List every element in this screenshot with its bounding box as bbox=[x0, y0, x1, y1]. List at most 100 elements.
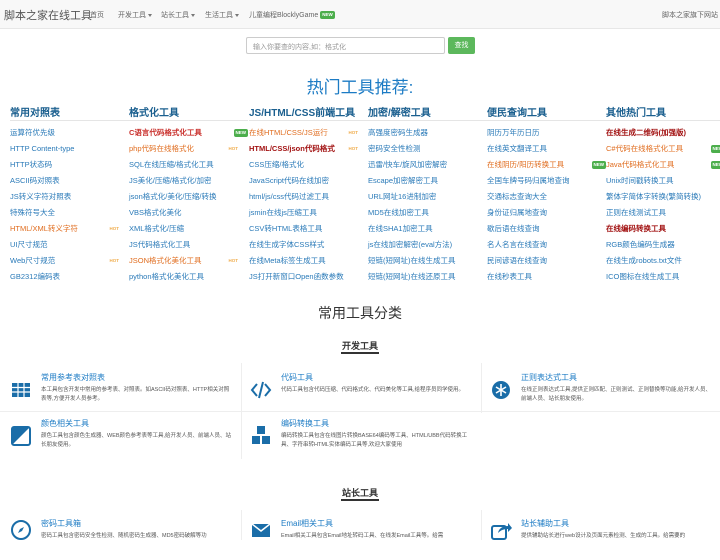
tool-link[interactable]: HTTP Content-type bbox=[10, 141, 129, 157]
card-title[interactable]: Email相关工具 bbox=[281, 518, 333, 529]
nav-blockly-game[interactable]: 儿童编程BlocklyGameNEW bbox=[249, 10, 335, 20]
tool-link[interactable]: 在线编码转换工具 bbox=[606, 221, 720, 237]
tool-link-label: JS打开新窗口Open函数参数 bbox=[249, 272, 344, 281]
tool-link[interactable]: html/js/css代码过滤工具 bbox=[249, 189, 368, 205]
tool-link[interactable]: 全国车牌号码归属地查询 bbox=[487, 173, 606, 189]
tool-link[interactable]: URL网址16进制加密 bbox=[368, 189, 487, 205]
nav-life-tools[interactable]: 生活工具 bbox=[205, 10, 239, 20]
tool-link-label: 歇后语在线查询 bbox=[487, 224, 540, 233]
card-title[interactable]: 代码工具 bbox=[281, 372, 313, 383]
tool-link[interactable]: 阴历万年历日历 bbox=[487, 125, 606, 141]
tool-link-label: js在线加密解密(eval方法) bbox=[368, 240, 452, 249]
tool-link[interactable]: 在线HTML/CSS/JS运行HOT bbox=[249, 125, 368, 141]
column-divider bbox=[487, 120, 606, 121]
tool-link-label: 在线HTML/CSS/JS运行 bbox=[249, 128, 328, 137]
card-color-tools[interactable]: 颜色相关工具 颜色工具包含颜色生成器、WEB颜色参考表等工具,给开发人员、前端人… bbox=[3, 414, 238, 460]
tool-link[interactable]: JavaScript代码在线加密 bbox=[249, 173, 368, 189]
tool-link[interactable]: 在线Meta标签生成工具 bbox=[249, 253, 368, 269]
tool-link[interactable]: 在线生成字体CSS样式 bbox=[249, 237, 368, 253]
tool-link[interactable]: Java代码格式化工具NEW bbox=[606, 157, 720, 173]
tool-link-label: MD5在线加密工具 bbox=[368, 208, 429, 217]
tool-link[interactable]: GB2312编码表 bbox=[10, 269, 129, 285]
tool-link[interactable]: 繁体字简体字转换(繁简转换) bbox=[606, 189, 720, 205]
tool-link[interactable]: JS打开新窗口Open函数参数 bbox=[249, 269, 368, 285]
tool-link[interactable]: C语言代码格式化工具NEW bbox=[129, 125, 248, 141]
card-reference-tables[interactable]: 常用参考表对照表 本工具包含开发中常用的参考表、对照表。如ASCII码对照表、H… bbox=[3, 368, 238, 414]
nav-home[interactable]: 首页 bbox=[90, 10, 104, 20]
tool-link[interactable]: 歇后语在线查询 bbox=[487, 221, 606, 237]
card-webmaster-helper[interactable]: 站长辅助工具 提供辅助站长进行web设计及页面元素检测、生成的工具。给需要的 bbox=[483, 514, 718, 560]
tool-link[interactable]: python格式化美化工具 bbox=[129, 269, 248, 285]
tool-link[interactable]: 在线秒表工具 bbox=[487, 269, 606, 285]
tool-link-label: json格式化/美化/压缩/转换 bbox=[129, 192, 217, 201]
card-code-tools[interactable]: 代码工具 代码工具包含代码压缩、代码格式化、代码美化等工具,给程序员同学使用。 bbox=[243, 368, 478, 414]
palette-icon bbox=[9, 424, 33, 448]
search-input[interactable]: 输入你要查的内容,如：格式化 bbox=[246, 37, 445, 54]
tool-link[interactable]: 短链(短网址)在线生成工具 bbox=[368, 253, 487, 269]
tool-link[interactable]: CSS压缩/格式化 bbox=[249, 157, 368, 173]
card-title[interactable]: 编码转换工具 bbox=[281, 418, 329, 429]
tool-link[interactable]: php代码在线格式化HOT bbox=[129, 141, 248, 157]
tool-link[interactable]: ASCII码对照表 bbox=[10, 173, 129, 189]
tool-link-label: 短链(短网址)在线生成工具 bbox=[368, 256, 456, 265]
tool-link-label: Unix时间戳转换工具 bbox=[606, 176, 674, 185]
tool-link[interactable]: 在线生成robots.txt文件 bbox=[606, 253, 720, 269]
tool-link[interactable]: json格式化/美化/压缩/转换 bbox=[129, 189, 248, 205]
tool-link[interactable]: VBS格式化美化 bbox=[129, 205, 248, 221]
nav-home-label: 首页 bbox=[90, 12, 104, 19]
tool-link[interactable]: 高强度密码生成器 bbox=[368, 125, 487, 141]
tool-link[interactable]: jsmin在线js压缩工具 bbox=[249, 205, 368, 221]
card-title[interactable]: 密码工具箱 bbox=[41, 518, 81, 529]
tool-link[interactable]: HTML/XML转义字符HOT bbox=[10, 221, 129, 237]
tool-link[interactable]: 身份证归属地查询 bbox=[487, 205, 606, 221]
tool-link[interactable]: js在线加密解密(eval方法) bbox=[368, 237, 487, 253]
tool-link[interactable]: HTTP状态码 bbox=[10, 157, 129, 173]
nav-webmaster-tools[interactable]: 站长工具 bbox=[161, 10, 195, 20]
tool-link[interactable]: 短链(短网址)在线还原工具 bbox=[368, 269, 487, 285]
tool-link[interactable]: RGB颜色编码生成器 bbox=[606, 237, 720, 253]
caret-down-icon bbox=[148, 14, 152, 17]
tool-column: 其他热门工具在线生成二维码(加强版)C#代码在线格式化工具NEWJava代码格式… bbox=[606, 104, 720, 285]
tool-link[interactable]: 在线SHA1加密工具 bbox=[368, 221, 487, 237]
tool-link[interactable]: 民间谚语在线查询 bbox=[487, 253, 606, 269]
tool-link[interactable]: Web尺寸规范HOT bbox=[10, 253, 129, 269]
tool-link[interactable]: 运算符优先级 bbox=[10, 125, 129, 141]
search-button[interactable]: 查找 bbox=[448, 37, 475, 54]
tool-link[interactable]: 密码安全性检测 bbox=[368, 141, 487, 157]
tool-link[interactable]: 正则在线测试工具 bbox=[606, 205, 720, 221]
tool-link[interactable]: ICO图标在线生成工具 bbox=[606, 269, 720, 285]
tool-link[interactable]: 在线生成二维码(加强版) bbox=[606, 125, 720, 141]
tool-link[interactable]: Escape加密解密工具 bbox=[368, 173, 487, 189]
tool-link[interactable]: 在线英文翻译工具 bbox=[487, 141, 606, 157]
card-password-tools[interactable]: 密码工具箱 密码工具包含密码安全性检测、随机密码生成器、MD5密码破解等功 bbox=[3, 514, 238, 560]
card-title[interactable]: 颜色相关工具 bbox=[41, 418, 89, 429]
tool-link[interactable]: MD5在线加密工具 bbox=[368, 205, 487, 221]
tool-link-label: 特殊符号大全 bbox=[10, 208, 55, 217]
nav-sister-sites[interactable]: 脚本之家旗下网站 bbox=[662, 10, 718, 20]
tool-link[interactable]: C#代码在线格式化工具NEW bbox=[606, 141, 720, 157]
tool-link[interactable]: 交通标志查询大全 bbox=[487, 189, 606, 205]
tool-link[interactable]: XML格式化/压缩 bbox=[129, 221, 248, 237]
tool-link[interactable]: JS代码格式化工具 bbox=[129, 237, 248, 253]
tool-link[interactable]: UI尺寸规范 bbox=[10, 237, 129, 253]
tool-link[interactable]: JS转义字符对照表 bbox=[10, 189, 129, 205]
tool-link[interactable]: JS美化/压缩/格式化/加密 bbox=[129, 173, 248, 189]
card-title[interactable]: 站长辅助工具 bbox=[521, 518, 569, 529]
tool-link[interactable]: SQL在线压缩/格式化工具 bbox=[129, 157, 248, 173]
card-title[interactable]: 正则表达式工具 bbox=[521, 372, 577, 383]
card-email-tools[interactable]: Email相关工具 Email相关工具包含Email地址转码工具、在线发Emai… bbox=[243, 514, 478, 560]
tool-link[interactable]: Unix时间戳转换工具 bbox=[606, 173, 720, 189]
tool-link[interactable]: 迅雷/快车/旋风加密解密 bbox=[368, 157, 487, 173]
site-brand[interactable]: 脚本之家在线工具 bbox=[4, 7, 92, 23]
tool-link[interactable]: 特殊符号大全 bbox=[10, 205, 129, 221]
card-encoding-tools[interactable]: 编码转换工具 编码转换工具包含在线图片转换BASE64编码等工具、HTML/UB… bbox=[243, 414, 478, 460]
nav-dev-tools-label: 开发工具 bbox=[118, 12, 146, 19]
tool-link[interactable]: CSV转HTML表格工具 bbox=[249, 221, 368, 237]
tool-link[interactable]: JSON格式化美化工具HOT bbox=[129, 253, 248, 269]
nav-dev-tools[interactable]: 开发工具 bbox=[118, 10, 152, 20]
card-title[interactable]: 常用参考表对照表 bbox=[41, 372, 105, 383]
tool-link[interactable]: 名人名言在线查询 bbox=[487, 237, 606, 253]
card-regex-tools[interactable]: 正则表达式工具 在线正则表达式工具,提供正则匹配、正则测试、正则替换等功能,给开… bbox=[483, 368, 718, 414]
tool-link[interactable]: 在线阴历/阳历转换工具NEW bbox=[487, 157, 606, 173]
tool-link[interactable]: HTML/CSS/json代码格式HOT bbox=[249, 141, 368, 157]
